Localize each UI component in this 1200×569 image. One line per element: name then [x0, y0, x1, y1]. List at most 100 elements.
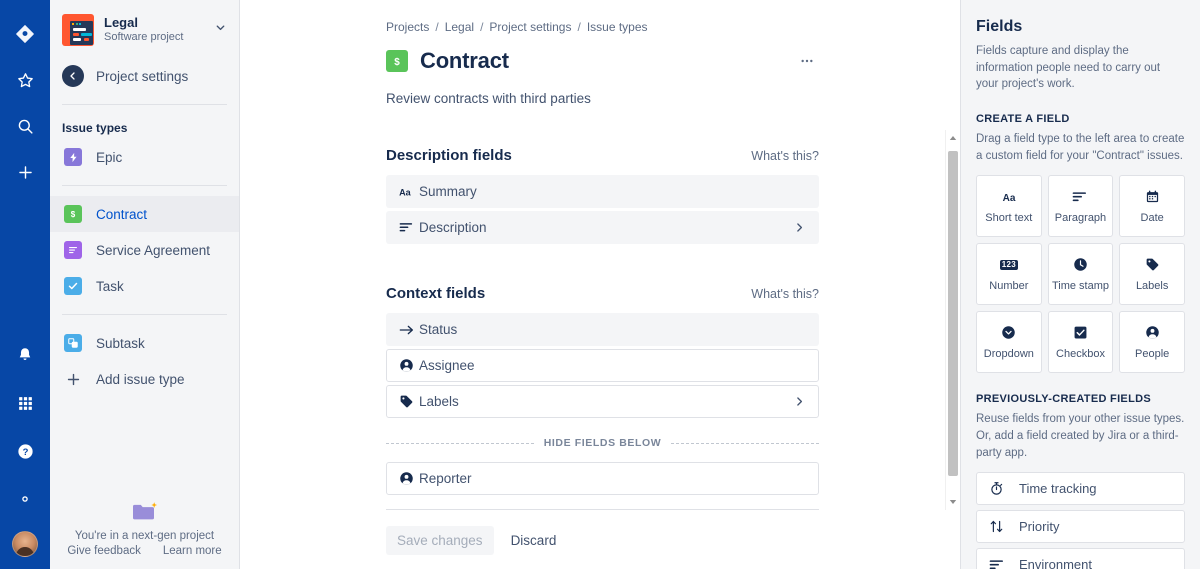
scroll-up-arrow[interactable]	[946, 130, 960, 146]
section-header-context-fields: Context fields What's this?	[386, 285, 819, 302]
previous-fields-section-title: PREVIOUSLY-CREATED FIELDS	[976, 393, 1151, 406]
field-type-people[interactable]: People	[1119, 311, 1185, 374]
previous-fields-description: Reuse fields from your other issue types…	[976, 413, 1185, 459]
project-header[interactable]: Legal Software project	[50, 0, 239, 58]
whats-this-link[interactable]: What's this?	[751, 149, 819, 163]
previous-field-environment[interactable]: Environment	[976, 548, 1185, 569]
field-type-short-text[interactable]: Aa Short text	[976, 175, 1042, 238]
field-label: Status	[419, 322, 458, 337]
app-root: ? Legal Software project Project setting…	[0, 0, 1200, 569]
sidebar-item-label: Contract	[96, 206, 148, 222]
previous-field-priority[interactable]: Priority	[976, 510, 1185, 544]
paragraph-icon	[1072, 189, 1088, 205]
starred-icon[interactable]	[9, 64, 41, 96]
fields-panel-title: Fields	[976, 18, 1023, 35]
chevron-down-icon[interactable]	[214, 21, 229, 39]
rail-top-group	[9, 0, 41, 188]
stopwatch-icon	[989, 481, 1007, 496]
field-type-label: Time stamp	[1051, 279, 1110, 292]
sidebar-divider-2	[62, 185, 227, 186]
breadcrumb-item-issue-types[interactable]: Issue types	[587, 20, 648, 34]
sidebar-item-add-issue-type[interactable]: Add issue type	[50, 361, 239, 397]
document-icon	[62, 239, 84, 261]
scroll-down-arrow[interactable]	[946, 494, 960, 510]
field-type-checkbox[interactable]: Checkbox	[1047, 311, 1114, 374]
whats-this-link[interactable]: What's this?	[751, 287, 819, 301]
scrollbar-thumb[interactable]	[948, 151, 958, 476]
svg-text:Aa: Aa	[1002, 193, 1015, 204]
main-inner: Projects / Legal / Project settings / Is…	[240, 0, 960, 555]
field-row-labels[interactable]: Labels	[386, 385, 819, 418]
give-feedback-link[interactable]: Give feedback	[67, 545, 141, 557]
section-title: Context fields	[386, 285, 486, 302]
labels-icon	[1145, 257, 1160, 273]
field-row-assignee[interactable]: Assignee	[386, 349, 819, 382]
field-type-labels[interactable]: Labels	[1119, 243, 1185, 306]
previous-field-time-tracking[interactable]: Time tracking	[976, 472, 1185, 506]
field-row-reporter[interactable]: Reporter	[386, 462, 819, 495]
profile-avatar[interactable]	[12, 531, 38, 557]
help-icon[interactable]: ?	[9, 435, 41, 467]
field-type-paragraph[interactable]: Paragraph	[1047, 175, 1114, 238]
checkbox-icon	[1073, 325, 1088, 341]
field-type-label: Dropdown	[983, 347, 1034, 360]
next-gen-notice: You're in a next-gen project Give feedba…	[50, 490, 239, 569]
field-row-summary[interactable]: Aa Summary	[386, 175, 819, 208]
main-scrollbar[interactable]	[945, 130, 960, 510]
sidebar-item-task[interactable]: Task	[50, 268, 239, 304]
svg-text:$: $	[394, 57, 400, 68]
breadcrumb: Projects / Legal / Project settings / Is…	[386, 20, 960, 34]
breadcrumb-item-legal[interactable]: Legal	[445, 20, 474, 34]
calendar-icon	[1145, 189, 1160, 205]
sidebar-item-subtask[interactable]: Subtask	[50, 325, 239, 361]
money-icon: $	[386, 50, 408, 72]
notifications-icon[interactable]	[9, 339, 41, 371]
field-row-status[interactable]: Status	[386, 313, 819, 346]
project-sidebar: Legal Software project Project settings …	[50, 0, 240, 569]
sidebar-item-project-settings[interactable]: Project settings	[50, 58, 239, 94]
field-type-date[interactable]: Date	[1119, 175, 1185, 238]
page-subtitle: Review contracts with third parties	[386, 91, 591, 106]
field-label: Summary	[419, 184, 477, 199]
fields-panel-description: Fields capture and display the informati…	[976, 45, 1161, 91]
field-type-number[interactable]: 123 Number	[976, 243, 1042, 306]
app-switcher-icon[interactable]	[9, 387, 41, 419]
breadcrumb-item-projects[interactable]: Projects	[386, 20, 429, 34]
search-icon[interactable]	[9, 110, 41, 142]
more-actions-button[interactable]	[795, 49, 819, 73]
sidebar-item-epic[interactable]: Epic	[50, 139, 239, 175]
breadcrumb-separator: /	[577, 20, 581, 34]
svg-text:?: ?	[22, 446, 28, 457]
field-type-label: Number	[989, 279, 1029, 292]
clock-icon	[1073, 257, 1088, 273]
project-name: Legal	[104, 15, 138, 30]
field-type-grid: Aa Short text Paragraph Date 123 Number …	[976, 175, 1185, 374]
chevron-right-icon[interactable]	[793, 395, 806, 408]
paragraph-icon	[989, 558, 1007, 569]
breadcrumb-item-project-settings[interactable]: Project settings	[489, 20, 571, 34]
chevron-right-icon[interactable]	[793, 221, 806, 234]
jira-logo-icon[interactable]	[9, 18, 41, 50]
subtask-icon	[62, 332, 84, 354]
save-changes-button[interactable]: Save changes	[386, 526, 494, 555]
sidebar-item-service-agreement[interactable]: Service Agreement	[50, 232, 239, 268]
settings-icon[interactable]	[9, 483, 41, 515]
people-icon	[1145, 325, 1160, 341]
people-icon	[399, 358, 419, 373]
people-icon	[399, 471, 419, 486]
field-label: Assignee	[419, 358, 475, 373]
create-field-section-title: CREATE A FIELD	[976, 113, 1070, 126]
field-type-dropdown[interactable]: Dropdown	[976, 311, 1042, 374]
breadcrumb-separator: /	[435, 20, 439, 34]
create-icon[interactable]	[9, 156, 41, 188]
sidebar-section-title: Issue types	[62, 121, 128, 135]
field-type-time-stamp[interactable]: Time stamp	[1047, 243, 1114, 306]
learn-more-link[interactable]: Learn more	[163, 545, 222, 557]
hide-fields-label: HIDE FIELDS BELOW	[543, 437, 662, 449]
field-row-description[interactable]: Description	[386, 211, 819, 244]
sidebar-item-contract[interactable]: $ Contract	[50, 196, 239, 232]
field-label: Reporter	[419, 471, 472, 486]
field-type-label: People	[1135, 347, 1170, 360]
previous-field-label: Time tracking	[1019, 481, 1097, 497]
discard-button[interactable]: Discard	[500, 526, 568, 555]
